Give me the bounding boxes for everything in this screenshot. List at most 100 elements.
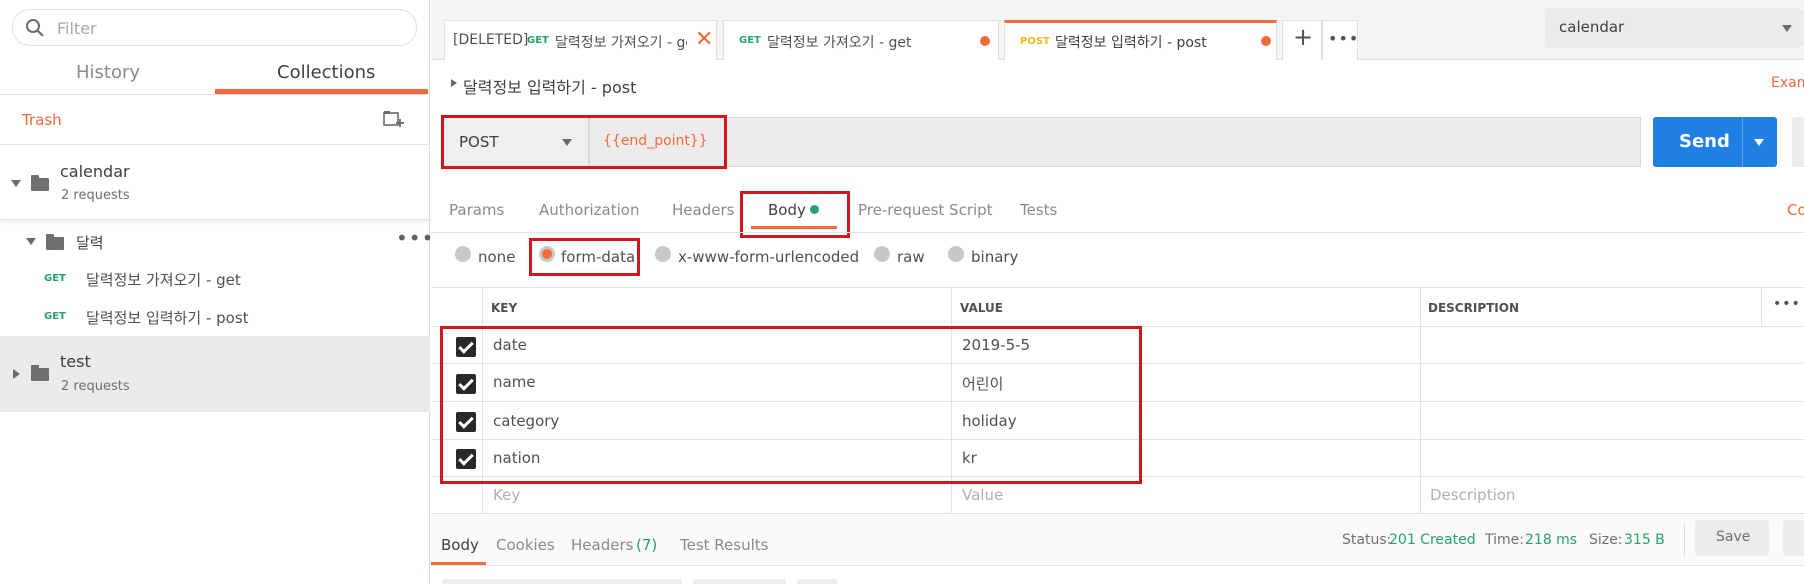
more-icon[interactable]: ••• <box>1773 296 1801 312</box>
trash-row: Trash <box>0 95 430 145</box>
headers-count: (7) <box>636 536 658 554</box>
request-item[interactable]: GET 달력정보 입력하기 - post <box>0 301 430 333</box>
highlight-box <box>740 191 850 238</box>
url-input[interactable]: {{end_point}} <box>589 117 1641 167</box>
column-header-description: DESCRIPTION <box>1428 301 1520 315</box>
divider <box>1684 524 1685 556</box>
response-tab-headers[interactable]: Headers <box>571 536 633 554</box>
collection-count: 2 requests <box>61 188 130 203</box>
tab-headers[interactable]: Headers <box>672 201 734 219</box>
tab-deleted-prefix: [DELETED] <box>453 32 529 48</box>
method-badge: GET <box>739 35 761 46</box>
radio-label: x-www-form-urlencoded <box>678 248 860 266</box>
chevron-down-icon[interactable] <box>11 180 21 187</box>
tab-options-button[interactable]: ••• <box>1322 20 1358 60</box>
highlight-box <box>441 115 727 169</box>
request-item[interactable]: GET 달력정보 가져오기 - get <box>0 263 430 295</box>
radio-binary[interactable] <box>948 246 964 262</box>
active-tab-indicator <box>215 89 428 94</box>
column-header-value: VALUE <box>960 301 1003 315</box>
table-header: KEY VALUE DESCRIPTION ••• <box>431 287 1804 327</box>
send-label: Send <box>1679 131 1730 152</box>
radio-label: raw <box>897 248 925 266</box>
send-button[interactable]: Send <box>1653 117 1777 167</box>
time-value: 218 ms <box>1525 532 1578 548</box>
sidebar: Filter History Collections Trash calenda… <box>0 0 433 584</box>
unsaved-dot-icon <box>980 36 990 46</box>
folder-icon <box>31 365 49 381</box>
response-toolbar-stub <box>797 579 837 584</box>
request-tab-post[interactable]: POST 달력정보 입력하기 - post <box>1004 20 1277 60</box>
collection-calendar[interactable]: calendar 2 requests <box>0 148 430 220</box>
highlight-box <box>529 238 640 276</box>
tab-params[interactable]: Params <box>449 201 504 219</box>
active-tab-indicator <box>431 562 486 565</box>
filter-placeholder: Filter <box>57 19 97 38</box>
folder-icon <box>46 234 64 250</box>
collection-name: test <box>60 352 91 371</box>
tab-collections[interactable]: Collections <box>277 62 375 83</box>
size-value: 315 B <box>1624 532 1665 548</box>
value-placeholder[interactable]: Value <box>962 486 1003 504</box>
request-tab-get[interactable]: GET 달력정보 가져오기 - get <box>723 20 999 60</box>
more-icon[interactable]: ••• <box>396 226 434 250</box>
tab-tests[interactable]: Tests <box>1020 201 1057 219</box>
tab-pre-request-script[interactable]: Pre-request Script <box>858 201 993 219</box>
radio-none[interactable] <box>455 246 471 262</box>
divider <box>1761 287 1762 327</box>
request-name: 달력정보 입력하기 - post <box>86 309 249 327</box>
radio-label: none <box>478 248 516 266</box>
divider <box>1742 117 1743 167</box>
key-placeholder[interactable]: Key <box>493 486 520 504</box>
tab-history[interactable]: History <box>76 62 140 83</box>
new-tab-button[interactable]: + <box>1282 20 1322 60</box>
response-toolbar-stub <box>693 579 786 584</box>
search-icon <box>26 19 44 37</box>
environment-select[interactable]: calendar <box>1545 8 1804 48</box>
collection-count: 2 requests <box>61 379 130 394</box>
request-name: 달력정보 가져오기 - get <box>86 271 241 289</box>
plus-icon: + <box>1293 23 1314 51</box>
filter-input[interactable]: Filter <box>12 9 417 46</box>
collection-name: calendar <box>60 162 130 181</box>
examples-link[interactable]: Exam <box>1771 75 1804 91</box>
response-tab-cookies[interactable]: Cookies <box>496 536 555 554</box>
method-badge: GET <box>44 273 66 284</box>
save-response-button[interactable]: Save <box>1695 520 1769 556</box>
radio-raw[interactable] <box>874 246 890 262</box>
size-label: Size: <box>1589 532 1623 548</box>
chevron-down-icon[interactable] <box>26 238 36 245</box>
chevron-right-icon[interactable] <box>13 369 20 379</box>
response-tab-body[interactable]: Body <box>441 536 479 554</box>
response-bar: Body Cookies Headers (7) Test Results St… <box>431 514 1804 566</box>
folder-name: 달력 <box>76 234 104 252</box>
new-collection-icon[interactable] <box>383 109 405 129</box>
chevron-down-icon <box>1782 25 1792 32</box>
radio-label: binary <box>971 248 1019 266</box>
status-value: 201 Created <box>1389 532 1476 548</box>
radio-x-www-form-urlencoded[interactable] <box>655 246 671 262</box>
tab-title: 달력정보 입력하기 - post <box>1055 35 1207 51</box>
chevron-down-icon[interactable] <box>1754 139 1764 146</box>
collection-test[interactable]: test 2 requests <box>0 336 430 412</box>
folder-row[interactable]: 달력 ••• <box>0 226 433 258</box>
response-tab-test-results[interactable]: Test Results <box>680 536 768 554</box>
code-link[interactable]: Co <box>1787 201 1804 219</box>
tab-title: 달력정보 가져오기 - get <box>767 35 912 51</box>
trash-link[interactable]: Trash <box>22 111 62 129</box>
tab-authorization[interactable]: Authorization <box>539 201 639 219</box>
description-placeholder[interactable]: Description <box>1430 486 1515 504</box>
method-badge: POST <box>1020 36 1050 47</box>
highlight-box <box>440 326 1142 484</box>
save-button[interactable] <box>1792 117 1804 167</box>
method-badge: GET <box>44 311 66 322</box>
request-tab-deleted[interactable]: [DELETED] GET 달력정보 가져오기 - get ✕ <box>444 20 717 60</box>
response-toolbar-stub <box>442 579 682 584</box>
column-header-key: KEY <box>491 301 518 315</box>
close-icon[interactable]: ✕ <box>695 27 713 52</box>
chevron-right-icon[interactable] <box>451 79 457 87</box>
status-label: Status: <box>1342 532 1392 548</box>
more-icon: ••• <box>1328 29 1360 48</box>
download-button[interactable] <box>1783 520 1804 556</box>
save-response-label: Save <box>1716 529 1751 545</box>
